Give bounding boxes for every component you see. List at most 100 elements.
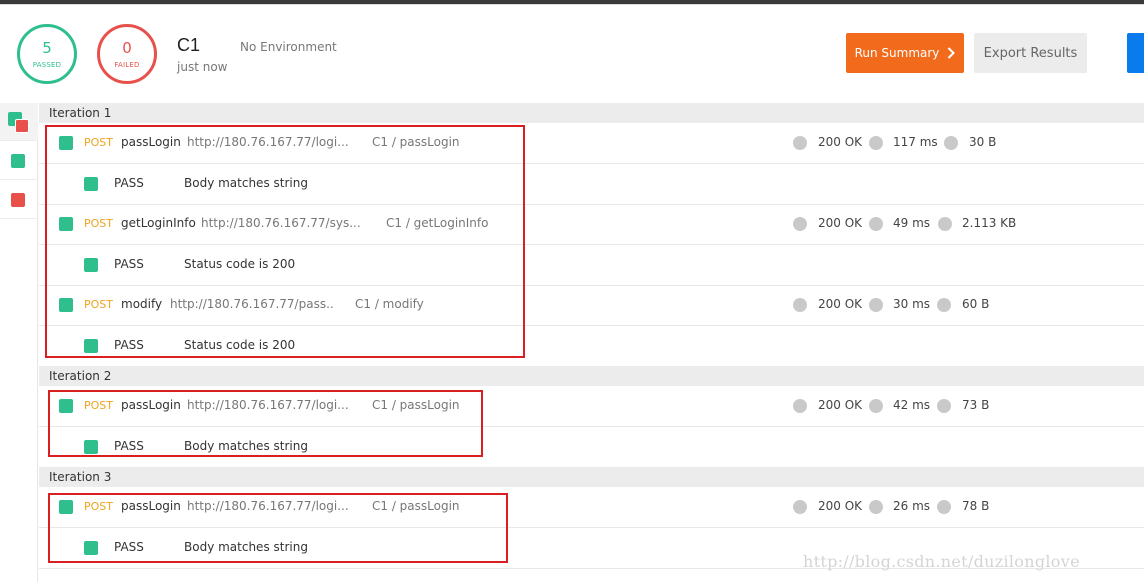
request-method: POST [84,136,113,149]
test-row: PASS Status code is 200 [39,245,1144,286]
request-row[interactable]: POST passLogin http://180.76.167.77/logi… [39,123,1144,164]
time-icon [869,136,883,150]
passed-counter: 5 PASSED [17,24,77,84]
test-result: PASS [114,439,144,453]
failed-count: 0 [122,39,132,57]
size-icon [937,500,951,514]
request-name: passLogin [121,499,181,513]
watermark: http://blog.csdn.net/duzilonglove [803,552,1080,571]
request-path: C1 / passLogin [372,135,460,149]
time-icon [869,217,883,231]
test-status-icon [84,177,98,191]
status-code-icon [793,399,807,413]
time-icon [869,298,883,312]
passed-count: 5 [42,39,52,57]
test-row: PASS Body matches string [39,427,1144,468]
filter-passed[interactable] [0,142,38,180]
response-time: 26 ms [893,499,931,513]
size-icon [944,136,958,150]
request-path: C1 / passLogin [372,398,460,412]
run-title: C1 [177,35,201,55]
response-size: 73 B [962,398,990,412]
export-results-button[interactable]: Export Results [974,33,1087,73]
status-code-icon [793,217,807,231]
passed-filter-icon [11,154,25,168]
test-name: Status code is 200 [184,257,296,271]
run-summary-button[interactable]: Run Summary [846,33,964,73]
test-row: PASS Status code is 200 [39,326,1144,367]
response-time: 117 ms [893,135,938,149]
request-url: http://180.76.167.77/logi... [187,135,349,149]
all-red-icon [15,119,29,133]
blue-action-button[interactable] [1127,33,1144,73]
time-icon [869,399,883,413]
request-name: getLoginInfo [121,216,196,230]
iteration-header: Iteration 2 [39,366,1144,386]
request-path: C1 / getLoginInfo [386,216,489,230]
test-status-icon [84,258,98,272]
request-row[interactable]: POST passLogin http://180.76.167.77/logi… [39,386,1144,427]
response-time: 42 ms [893,398,931,412]
run-time: just now [177,60,228,74]
test-status-icon [84,440,98,454]
size-icon [938,217,952,231]
filter-failed[interactable] [0,181,38,219]
status-code: 200 OK [818,135,863,149]
response-size: 78 B [962,499,990,513]
iteration-header: Iteration 3 [39,467,1144,487]
test-status-icon [84,541,98,555]
request-method: POST [84,298,113,311]
request-method: POST [84,217,113,230]
request-url: http://180.76.167.77/pass.. [170,297,334,311]
request-url: http://180.76.167.77/logi... [187,499,349,513]
test-result: PASS [114,540,144,554]
request-status-icon [59,136,73,150]
status-code: 200 OK [818,297,863,311]
time-icon [869,500,883,514]
request-row[interactable]: POST passLogin http://180.76.167.77/logi… [39,487,1144,528]
test-name: Body matches string [184,439,308,453]
filter-all[interactable] [0,103,38,141]
response-size: 30 B [969,135,997,149]
test-result: PASS [114,176,144,190]
test-status-icon [84,339,98,353]
size-icon [937,298,951,312]
response-size: 2.113 KB [962,216,1017,230]
results-list: Iteration 1 POST passLogin http://180.76… [39,103,1144,582]
status-code-icon [793,136,807,150]
request-status-icon [59,217,73,231]
request-method: POST [84,500,113,513]
run-header: 5 PASSED 0 FAILED C1 just now No Environ… [0,5,1144,103]
passed-label: PASSED [32,61,62,69]
environment-label: No Environment [240,40,337,54]
status-code: 200 OK [818,216,863,230]
request-url: http://180.76.167.77/logi... [187,398,349,412]
status-code-icon [793,298,807,312]
request-url: http://180.76.167.77/sys... [201,216,361,230]
status-code: 200 OK [818,499,863,513]
request-path: C1 / passLogin [372,499,460,513]
request-status-icon [59,500,73,514]
failed-label: FAILED [114,61,140,69]
request-method: POST [84,399,113,412]
request-row[interactable]: POST getLoginInfo http://180.76.167.77/s… [39,204,1144,245]
test-result: PASS [114,338,144,352]
chevron-right-icon [948,47,956,59]
request-path: C1 / modify [355,297,424,311]
test-name: Body matches string [184,540,308,554]
test-name: Body matches string [184,176,308,190]
test-result: PASS [114,257,144,271]
size-icon [937,399,951,413]
status-code: 200 OK [818,398,863,412]
request-name: modify [121,297,163,311]
test-name: Status code is 200 [184,338,296,352]
request-name: passLogin [121,135,181,149]
request-row[interactable]: POST modify http://180.76.167.77/pass.. … [39,285,1144,326]
response-size: 60 B [962,297,990,311]
request-status-icon [59,298,73,312]
status-code-icon [793,500,807,514]
failed-filter-icon [11,193,25,207]
test-row: PASS Body matches string [39,164,1144,205]
request-name: passLogin [121,398,181,412]
failed-counter: 0 FAILED [97,24,157,84]
